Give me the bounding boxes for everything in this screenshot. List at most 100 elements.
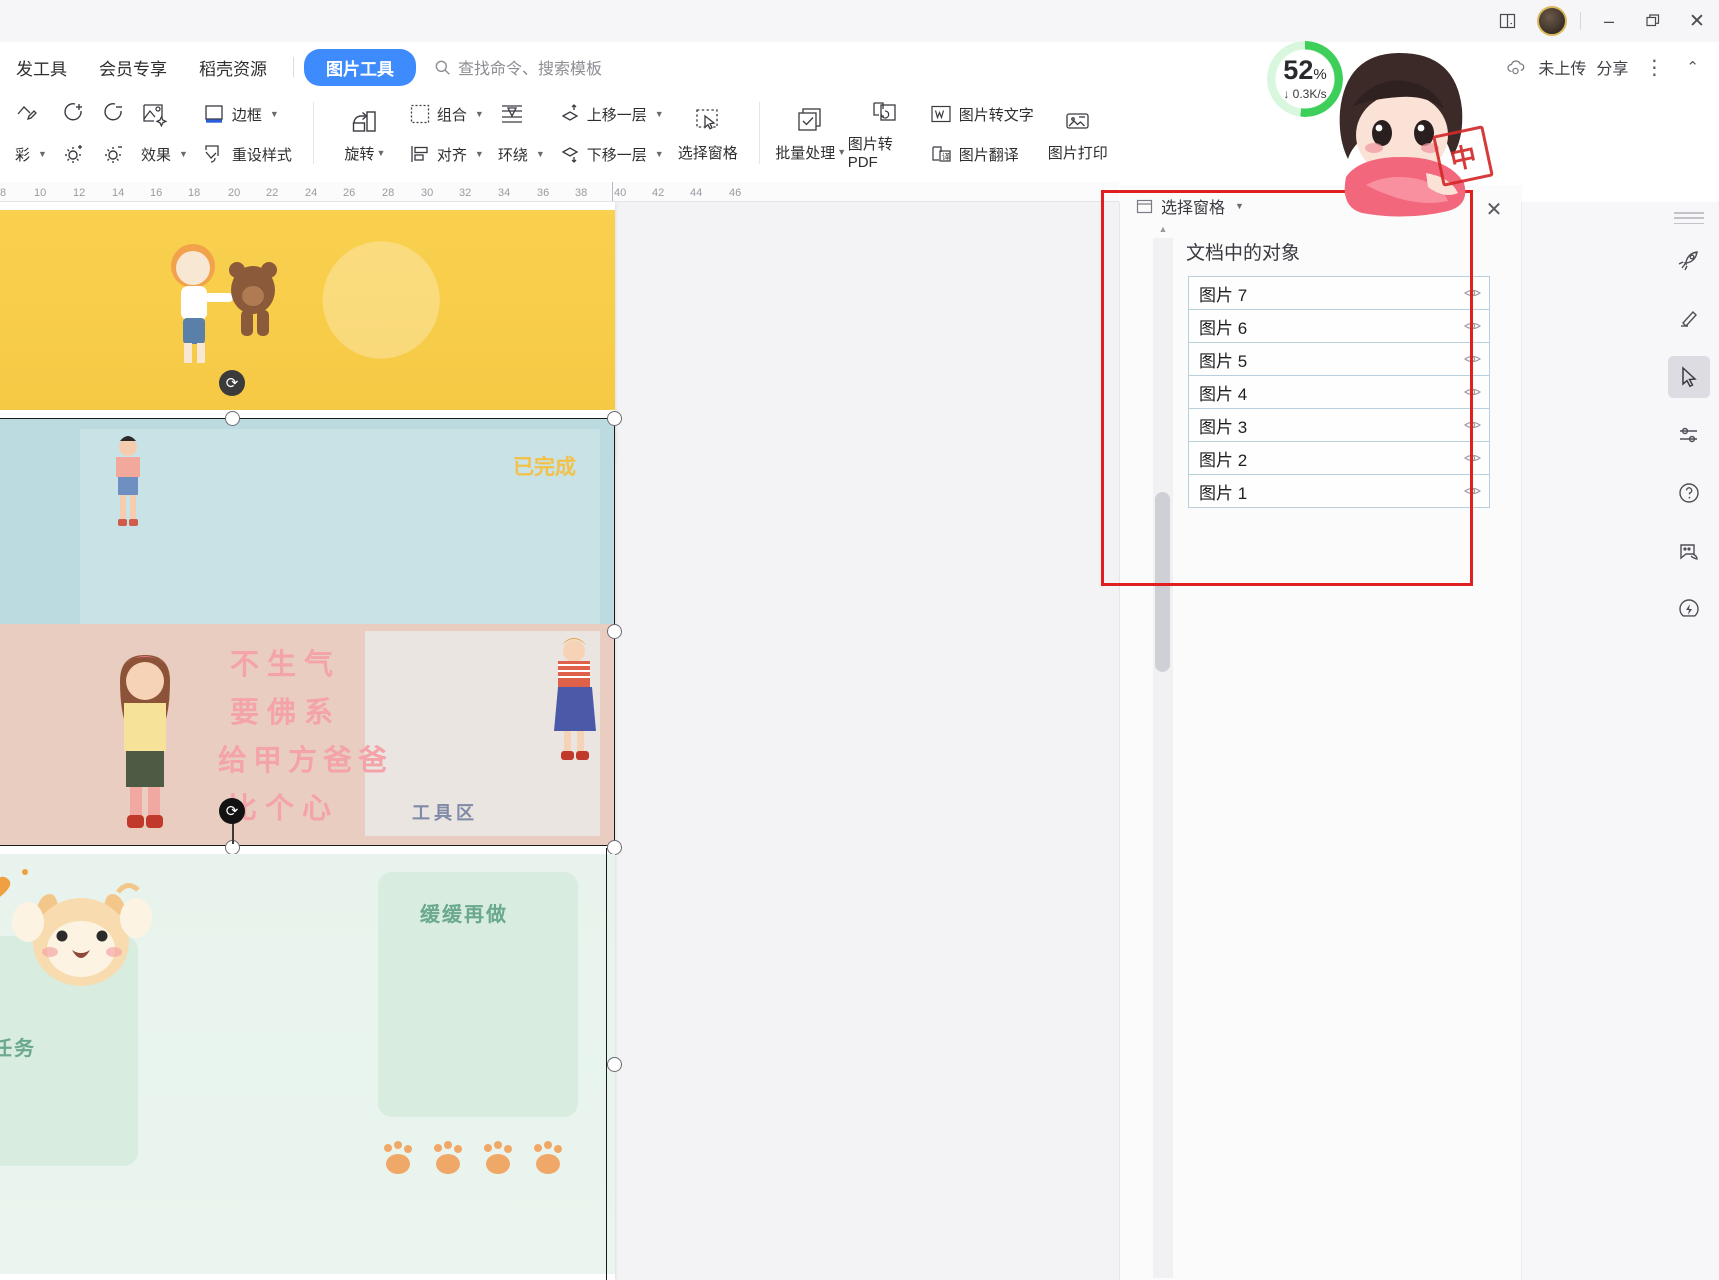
pane-scroll-up-arrow[interactable]: ▲: [1156, 222, 1170, 236]
chevron-down-icon[interactable]: ▼: [655, 109, 664, 119]
ribbon-btn-effects[interactable]: 效果 ▼: [134, 136, 195, 172]
chevron-down-icon[interactable]: ▼: [376, 148, 385, 158]
eye-icon[interactable]: [1464, 320, 1481, 332]
horizontal-ruler[interactable]: 8 10 12 14 16 18 20 22 24 26 28 30 32 34…: [0, 182, 1119, 202]
eye-icon[interactable]: [1464, 419, 1481, 431]
chevron-down-icon[interactable]: ▼: [837, 147, 846, 157]
picture-to-pdf-icon: [868, 97, 902, 129]
ribbon-btn-effects-top[interactable]: [134, 96, 195, 132]
doc-text-slogan-2: 要佛系: [230, 697, 342, 729]
picture-translate-icon: 译: [929, 143, 953, 165]
arrange-col-group-align: 组合 ▼ 对齐 ▼: [402, 92, 491, 176]
sliders-icon[interactable]: [1668, 414, 1710, 456]
share-button[interactable]: 分享: [1596, 55, 1628, 79]
doc-image-blue-slogan[interactable]: 已完成 不生气 要佛系 给甲方爸爸 比个心 工具区: [0, 419, 615, 846]
eye-icon[interactable]: [1464, 386, 1481, 398]
rotate-handle-yellow[interactable]: ⟳: [219, 370, 245, 396]
list-item[interactable]: 图片 2: [1188, 441, 1490, 475]
selection-handle-bottom-right[interactable]: [607, 840, 622, 855]
doc-image-green-task[interactable]: 加油！ 打工人 缓缓再做 紧急任务: [0, 854, 615, 1274]
list-item[interactable]: 图片 5: [1188, 342, 1490, 376]
ribbon-btn-contrast-up[interactable]: [54, 96, 94, 132]
collapse-ribbon-icon[interactable]: ⌃: [1680, 58, 1705, 76]
doc-image-yellow-banner[interactable]: [0, 210, 615, 410]
ribbon-btn-batch-process[interactable]: 批量处理 ▼: [774, 92, 848, 176]
ribbon-btn-selection-pane[interactable]: 选择窗格: [671, 92, 745, 176]
selection-pane-object-list[interactable]: 图片 7 图片 6 图片 5 图片 4 图片 3 图片 2 图片 1: [1188, 276, 1490, 508]
maximize-button[interactable]: [1631, 6, 1675, 36]
pen-edit-icon[interactable]: [1668, 298, 1710, 340]
ruler-tick: 20: [228, 187, 241, 199]
tab-picture-tools[interactable]: 图片工具: [304, 48, 416, 86]
ribbon-btn-group[interactable]: 组合 ▼: [402, 96, 491, 132]
selection-pane[interactable]: 选择窗格 ▼ ✕ ▲ 文档中的对象 图片 7 图片 6 图片 5 图片 4 图片…: [1119, 185, 1522, 1280]
close-button[interactable]: ✕: [1675, 6, 1719, 36]
pane-scrollbar-track[interactable]: [1153, 238, 1173, 1278]
list-item[interactable]: 图片 3: [1188, 408, 1490, 442]
chevron-down-icon[interactable]: ▼: [536, 149, 545, 159]
ribbon-btn-reset-style[interactable]: 重设样式: [195, 136, 299, 172]
list-item[interactable]: 图片 7: [1188, 276, 1490, 310]
list-item[interactable]: 图片 1: [1188, 474, 1490, 508]
rotate-brightness-minus-icon: [101, 101, 127, 127]
ribbon-btn-pic-to-pdf[interactable]: 图片转PDF: [848, 92, 922, 176]
eye-icon[interactable]: [1464, 353, 1481, 365]
rotate-handle-blue[interactable]: ⟳: [219, 798, 245, 824]
feedback-icon[interactable]: [1668, 530, 1710, 572]
ribbon-btn-wrap-top[interactable]: [491, 96, 552, 132]
eye-icon[interactable]: [1464, 452, 1481, 464]
ribbon-btn-recolor-top[interactable]: [8, 96, 54, 132]
ribbon-btn-recolor[interactable]: 彩 ▼: [8, 136, 54, 172]
doc-text-slogan-1: 不生气: [230, 649, 342, 681]
ribbon-btn-brightness-down[interactable]: [94, 136, 134, 172]
pane-scrollbar-thumb[interactable]: [1155, 492, 1170, 672]
rail-drag-grip[interactable]: [1674, 212, 1704, 224]
menu-member[interactable]: 会员专享: [83, 51, 183, 84]
list-item[interactable]: 图片 4: [1188, 375, 1490, 409]
more-options-icon[interactable]: ⋮: [1638, 55, 1670, 80]
menu-dev-tools[interactable]: 发工具: [0, 51, 83, 84]
chevron-down-icon[interactable]: ▼: [179, 149, 188, 159]
selection-handle-green-right[interactable]: [607, 1057, 622, 1072]
minimize-button[interactable]: –: [1587, 6, 1631, 36]
svg-text:译: 译: [942, 153, 950, 162]
avatar[interactable]: [1530, 6, 1574, 36]
document-canvas[interactable]: ⟳ 已完成 不生气 要佛系 给甲方爸爸 比个心 工具区 ⟳ 缓缓再做 任务: [0, 202, 1119, 1280]
chevron-down-icon[interactable]: ▼: [270, 109, 279, 119]
chevron-down-icon[interactable]: ▼: [475, 109, 484, 119]
ribbon-btn-rotate[interactable]: 旋转 ▼: [328, 92, 402, 176]
ribbon-btn-pic-to-text[interactable]: 图片转文字: [922, 96, 1041, 132]
ruler-tick: 36: [537, 187, 550, 199]
chevron-down-icon[interactable]: ▼: [655, 149, 664, 159]
adjust-col-2: [54, 92, 94, 176]
cursor-select-icon[interactable]: [1668, 356, 1710, 398]
cloud-upload-icon[interactable]: [1506, 58, 1528, 76]
ruler-tick: 22: [266, 187, 279, 199]
rocket-icon[interactable]: [1668, 240, 1710, 282]
menu-docer[interactable]: 稻壳资源: [183, 51, 283, 84]
chevron-down-icon[interactable]: ▼: [1235, 201, 1244, 211]
selection-handle-top-center[interactable]: [225, 411, 240, 426]
ribbon-btn-bring-forward[interactable]: 上移一层 ▼: [552, 96, 671, 132]
ribbon-btn-send-backward[interactable]: 下移一层 ▼: [552, 136, 671, 172]
selection-handle-top-right[interactable]: [607, 411, 622, 426]
eye-icon[interactable]: [1464, 485, 1481, 497]
ribbon-btn-brightness-up[interactable]: [54, 136, 94, 172]
chevron-down-icon[interactable]: ▼: [38, 149, 47, 159]
align-icon: [409, 143, 431, 165]
chevron-down-icon[interactable]: ▼: [475, 149, 484, 159]
ribbon-btn-align[interactable]: 对齐 ▼: [402, 136, 491, 172]
ribbon-btn-pic-translate[interactable]: 译 图片翻译: [922, 136, 1041, 172]
pane-dock-icon[interactable]: [1136, 199, 1153, 214]
ribbon-btn-pic-print[interactable]: 图片打印: [1041, 92, 1115, 176]
ribbon-btn-contrast-down[interactable]: [94, 96, 134, 132]
ribbon-btn-border[interactable]: 边框 ▼: [195, 96, 299, 132]
ribbon-btn-wrap[interactable]: 环绕 ▼: [491, 136, 552, 172]
dual-page-icon[interactable]: [1486, 6, 1530, 36]
search-box[interactable]: 查找命令、搜索模板: [434, 55, 602, 79]
eye-icon[interactable]: [1464, 287, 1481, 299]
selection-handle-middle-right[interactable]: [607, 624, 622, 639]
help-question-icon[interactable]: [1668, 472, 1710, 514]
ai-spark-icon[interactable]: [1668, 588, 1710, 630]
list-item[interactable]: 图片 6: [1188, 309, 1490, 343]
